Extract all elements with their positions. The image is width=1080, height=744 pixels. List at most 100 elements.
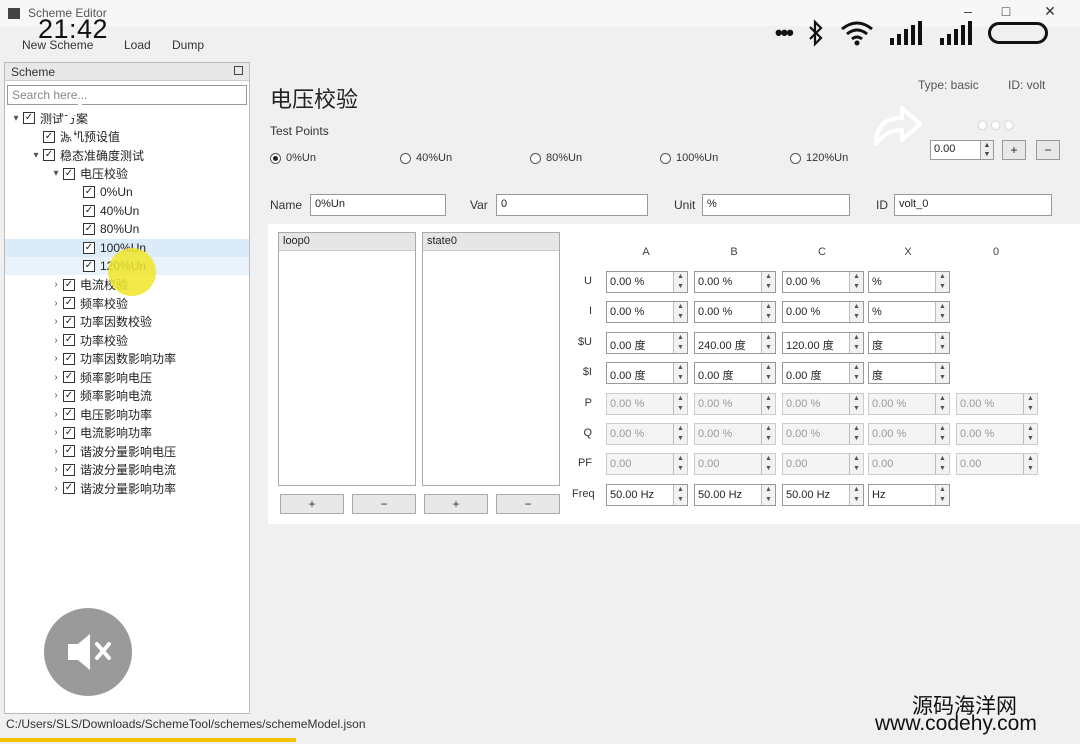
- remove-test-point-button[interactable]: −: [1036, 140, 1060, 160]
- tree-item[interactable]: 40%Un: [5, 202, 249, 220]
- chevron-down-icon[interactable]: ▾: [29, 150, 43, 161]
- tree-checkbox[interactable]: [63, 297, 75, 309]
- chevron-right-icon[interactable]: ›: [49, 353, 63, 364]
- tree-item[interactable]: › 谐波分量影响电流: [5, 461, 249, 479]
- spin-arrows-icon[interactable]: ▲ ▼: [849, 302, 863, 323]
- menu-load[interactable]: Load: [124, 38, 151, 52]
- grid-spinbox[interactable]: 0.00 度 ▲ ▼: [606, 331, 688, 354]
- chevron-down-icon[interactable]: ▾: [49, 168, 63, 179]
- tree-checkbox[interactable]: [63, 389, 75, 402]
- spin-arrows-icon[interactable]: ▲ ▼: [673, 363, 687, 384]
- tree-item[interactable]: › 频率影响电流: [5, 387, 249, 405]
- spin-arrows-icon[interactable]: ▲ ▼: [761, 272, 775, 292]
- chevron-right-icon[interactable]: ›: [49, 372, 63, 383]
- chevron-right-icon[interactable]: ›: [49, 464, 63, 475]
- tree-checkbox[interactable]: [83, 186, 95, 198]
- spinner-arrows[interactable]: ▲ ▼: [980, 141, 993, 159]
- spin-arrows-icon[interactable]: ▲ ▼: [849, 272, 863, 292]
- tree-checkbox[interactable]: [43, 149, 55, 161]
- spin-arrows-icon[interactable]: ▲ ▼: [673, 332, 687, 353]
- spin-arrows-icon[interactable]: ▲ ▼: [935, 302, 949, 323]
- tree-item[interactable]: ▾测试方案: [5, 109, 249, 127]
- grid-spinbox[interactable]: 0.00 % ▲ ▼: [782, 301, 864, 324]
- tree-checkbox[interactable]: [63, 445, 75, 457]
- id-field[interactable]: volt_0: [894, 194, 1052, 216]
- back-arrow-icon[interactable]: [52, 100, 92, 150]
- tree-item[interactable]: 80%Un: [5, 220, 249, 238]
- tree-item[interactable]: › 频率影响电压: [5, 368, 249, 386]
- tree-item[interactable]: 源机预设值: [5, 128, 249, 146]
- tree-item[interactable]: ▾稳态准确度测试: [5, 146, 249, 164]
- tree-item[interactable]: › 谐波分量影响电压: [5, 442, 249, 460]
- tree-checkbox[interactable]: [63, 315, 75, 328]
- mute-button[interactable]: [44, 608, 132, 696]
- var-field[interactable]: 0: [496, 194, 648, 216]
- tree-checkbox[interactable]: [83, 223, 95, 235]
- test-point-radio[interactable]: 40%Un: [400, 152, 452, 164]
- pin-icon[interactable]: [234, 66, 243, 75]
- test-point-radio[interactable]: 100%Un: [660, 152, 718, 164]
- spin-arrows-icon[interactable]: ▲ ▼: [761, 484, 775, 505]
- tree-item[interactable]: › 谐波分量影响功率: [5, 479, 249, 497]
- chevron-right-icon[interactable]: ›: [49, 298, 63, 309]
- tree-checkbox[interactable]: [63, 482, 75, 494]
- spin-arrows-icon[interactable]: ▲ ▼: [935, 363, 949, 384]
- grid-spinbox[interactable]: 120.00 度 ▲ ▼: [782, 331, 864, 354]
- share-icon[interactable]: [870, 100, 926, 150]
- spin-arrows-icon[interactable]: ▲ ▼: [849, 332, 863, 353]
- add-test-point-button[interactable]: +: [1002, 140, 1026, 160]
- test-point-radio[interactable]: 0%Un: [270, 152, 316, 164]
- chevron-right-icon[interactable]: ›: [49, 427, 63, 438]
- grid-spinbox[interactable]: 240.00 度 ▲ ▼: [694, 331, 776, 354]
- search-input[interactable]: Search here...: [7, 85, 247, 105]
- grid-spinbox[interactable]: 0.00 % ▲ ▼: [782, 271, 864, 293]
- chevron-right-icon[interactable]: ›: [49, 483, 63, 494]
- spin-arrows-icon[interactable]: ▲ ▼: [761, 302, 775, 323]
- tree-checkbox[interactable]: [63, 334, 75, 346]
- tree-item[interactable]: 0%Un: [5, 183, 249, 201]
- chevron-right-icon[interactable]: ›: [49, 446, 63, 457]
- tree-checkbox[interactable]: [63, 463, 75, 476]
- test-point-radio[interactable]: 80%Un: [530, 152, 582, 164]
- add-state-button[interactable]: +: [424, 494, 488, 514]
- chevron-right-icon[interactable]: ›: [49, 279, 63, 290]
- spin-arrows-icon[interactable]: ▲ ▼: [935, 484, 949, 505]
- tree-item[interactable]: › 频率校验: [5, 294, 249, 312]
- tree-checkbox[interactable]: [63, 426, 75, 439]
- tree-checkbox[interactable]: [23, 112, 35, 124]
- spin-arrows-icon[interactable]: ▲ ▼: [935, 272, 949, 292]
- tree-checkbox[interactable]: [63, 278, 75, 291]
- tree-checkbox[interactable]: [83, 241, 95, 254]
- loop-list[interactable]: loop0: [278, 232, 416, 486]
- state-list[interactable]: state0: [422, 232, 560, 486]
- grid-spinbox[interactable]: 50.00 Hz ▲ ▼: [694, 483, 776, 506]
- tree-item[interactable]: › 功率因数校验: [5, 313, 249, 331]
- menu-dump[interactable]: Dump: [172, 38, 204, 52]
- tree-item[interactable]: › 电流影响功率: [5, 424, 249, 442]
- unit-field[interactable]: %: [702, 194, 850, 216]
- grid-spinbox[interactable]: 0.00 % ▲ ▼: [694, 271, 776, 293]
- chevron-right-icon[interactable]: ›: [49, 409, 63, 420]
- grid-spinbox[interactable]: 0.00 度 ▲ ▼: [782, 362, 864, 385]
- grid-spinbox[interactable]: 0.00 度 ▲ ▼: [694, 362, 776, 385]
- video-progress-bar[interactable]: [0, 738, 296, 742]
- remove-loop-button[interactable]: −: [352, 494, 416, 514]
- grid-spinbox[interactable]: 0.00 % ▲ ▼: [606, 301, 688, 324]
- spin-arrows-icon[interactable]: ▲ ▼: [673, 272, 687, 292]
- spin-arrows-icon[interactable]: ▲ ▼: [849, 484, 863, 505]
- test-point-radio[interactable]: 120%Un: [790, 152, 848, 164]
- more-options-icon[interactable]: •••: [978, 110, 1017, 141]
- tree-item[interactable]: ▾ 电压校验: [5, 165, 249, 183]
- loop-list-item[interactable]: loop0: [279, 233, 415, 251]
- spin-arrows-icon[interactable]: ▲ ▼: [849, 363, 863, 384]
- spin-arrows-icon[interactable]: ▲ ▼: [935, 332, 949, 353]
- spin-arrows-icon[interactable]: ▲ ▼: [761, 332, 775, 353]
- grid-spinbox[interactable]: Hz ▲ ▼: [868, 483, 950, 506]
- tree-item[interactable]: › 电压影响功率: [5, 405, 249, 423]
- test-point-value-spinner[interactable]: 0.00 ▲ ▼: [930, 140, 994, 160]
- state-list-item[interactable]: state0: [423, 233, 559, 251]
- grid-spinbox[interactable]: 0.00 度 ▲ ▼: [606, 362, 688, 385]
- name-field[interactable]: 0%Un: [310, 194, 446, 216]
- grid-spinbox[interactable]: 度 ▲ ▼: [868, 331, 950, 354]
- grid-spinbox[interactable]: 50.00 Hz ▲ ▼: [606, 483, 688, 506]
